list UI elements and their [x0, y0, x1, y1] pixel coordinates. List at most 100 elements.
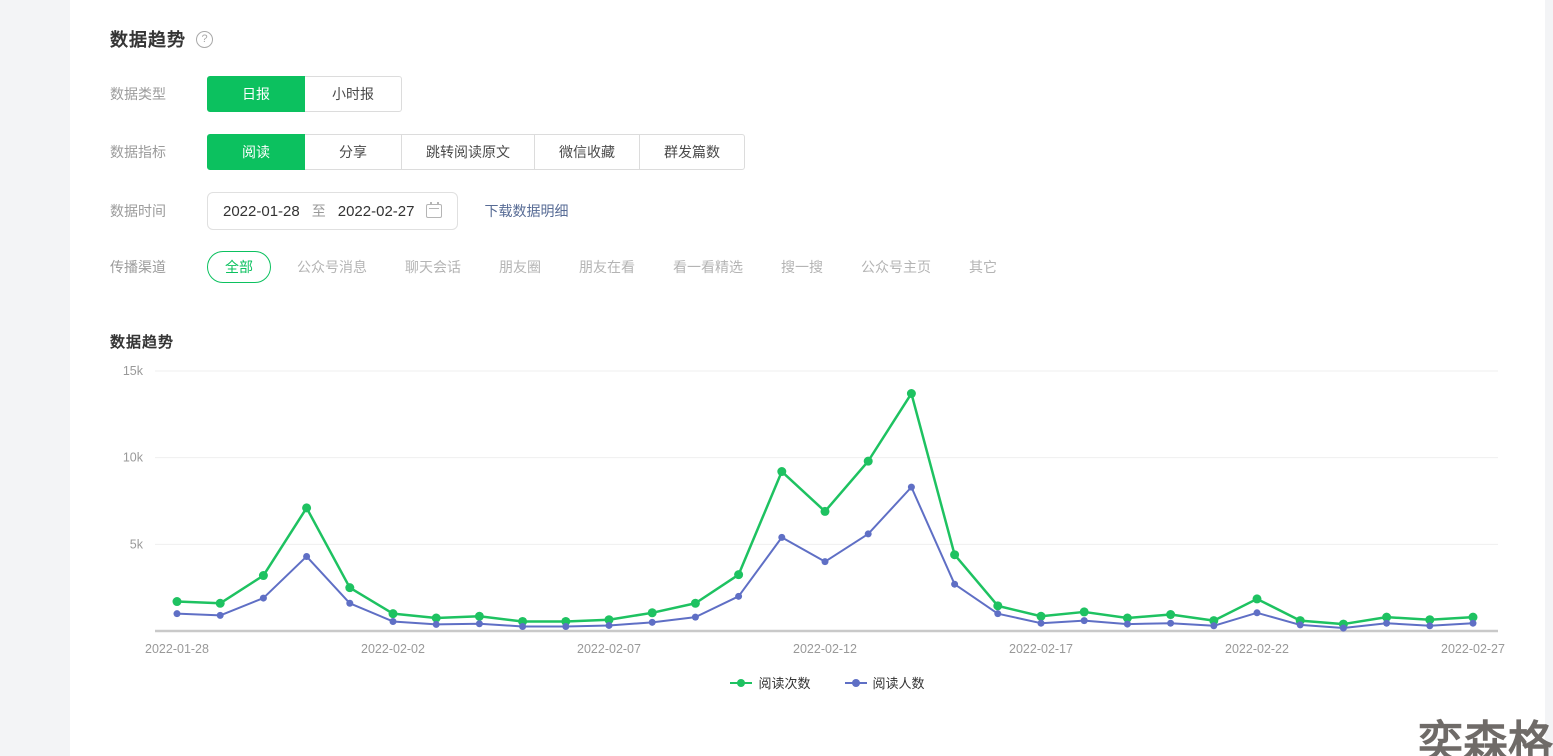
y-tick-10k: 10k	[123, 451, 144, 465]
data-point[interactable]	[864, 530, 872, 538]
channel-公众号消息[interactable]: 公众号消息	[297, 257, 367, 277]
x-tick-2022-02-17: 2022-02-17	[1009, 642, 1073, 656]
data-point[interactable]	[172, 597, 182, 607]
channel-其它[interactable]: 其它	[969, 257, 997, 277]
data-point[interactable]	[993, 601, 1003, 611]
data-point[interactable]	[777, 467, 787, 477]
data-point[interactable]	[562, 622, 570, 630]
chart-legend: 阅读次数 阅读人数	[110, 673, 1545, 692]
legend-item-阅读人数[interactable]: 阅读人数	[844, 673, 925, 692]
data-point[interactable]	[605, 621, 613, 629]
data-point[interactable]	[735, 592, 743, 600]
trend-chart-svg[interactable]: 5k 10k 15k 2022-01-28 2022-02-02 2022-02-07 20…	[85, 365, 1545, 665]
data-type-row: 数据类型 日报 小时报	[110, 76, 1545, 112]
data-point[interactable]	[821, 558, 829, 566]
date-range-picker[interactable]: 2022-01-28 至 2022-02-27	[207, 192, 459, 230]
option-阅读[interactable]: 阅读	[207, 134, 305, 170]
trend-chart[interactable]: 5k 10k 15k 2022-01-28 2022-02-02 2022-02-07 20…	[85, 365, 1545, 665]
legend-item-阅读次数[interactable]: 阅读次数	[730, 673, 811, 692]
data-point[interactable]	[1296, 621, 1304, 629]
data-point[interactable]	[1036, 611, 1046, 621]
option-日报[interactable]: 日报	[207, 76, 305, 112]
option-小时报[interactable]: 小时报	[304, 76, 402, 112]
data-point[interactable]	[1252, 594, 1262, 604]
data-point[interactable]	[1469, 619, 1477, 627]
channel-list: 全部 公众号消息 聊天会话 朋友圈 朋友在看 看一看精选 搜一搜 公众号主页 其它	[207, 251, 1035, 283]
date-end: 2022-02-27	[337, 202, 415, 220]
channel-朋友在看[interactable]: 朋友在看	[579, 257, 635, 277]
x-tick-2022-02-07: 2022-02-07	[577, 642, 641, 656]
data-point[interactable]	[647, 608, 657, 618]
data-point[interactable]	[346, 599, 354, 607]
data-point[interactable]	[1426, 622, 1434, 630]
channel-公众号主页[interactable]: 公众号主页	[861, 257, 931, 277]
data-point[interactable]	[1079, 607, 1089, 617]
option-跳转阅读原文[interactable]: 跳转阅读原文	[401, 134, 535, 170]
data-point[interactable]	[389, 617, 397, 625]
data-point[interactable]	[432, 620, 440, 628]
date-start: 2022-01-28	[223, 202, 300, 220]
x-tick-2022-02-02: 2022-02-02	[361, 642, 425, 656]
data-point[interactable]	[1339, 624, 1347, 632]
x-tick-2022-02-22: 2022-02-22	[1225, 642, 1289, 656]
channel-全部[interactable]: 全部	[207, 251, 271, 283]
data-point[interactable]	[173, 610, 181, 618]
option-群发篇数[interactable]: 群发篇数	[639, 134, 745, 170]
channel-看一看精选[interactable]: 看一看精选	[673, 257, 743, 277]
data-point[interactable]	[302, 503, 312, 513]
legend-marker-icon	[730, 678, 753, 688]
channel-朋友圈[interactable]: 朋友圈	[499, 257, 541, 277]
data-point[interactable]	[258, 571, 268, 581]
data-point[interactable]	[475, 620, 483, 628]
data-point[interactable]	[1123, 620, 1131, 628]
data-point[interactable]	[216, 611, 224, 619]
data-point[interactable]	[820, 506, 830, 516]
data-point[interactable]	[734, 570, 744, 580]
download-data-link[interactable]: 下载数据明细	[484, 201, 568, 221]
data-point[interactable]	[303, 552, 311, 560]
y-tick-15k: 15k	[123, 365, 144, 378]
data-point[interactable]	[691, 613, 699, 621]
data-point[interactable]	[388, 609, 398, 619]
data-point[interactable]	[1383, 619, 1391, 627]
data-point[interactable]	[519, 622, 527, 630]
option-微信收藏[interactable]: 微信收藏	[534, 134, 640, 170]
channel-搜一搜[interactable]: 搜一搜	[781, 257, 823, 277]
data-point[interactable]	[215, 598, 225, 608]
data-point[interactable]	[907, 483, 915, 491]
data-metric-row: 数据指标 阅读 分享 跳转阅读原文 微信收藏 群发篇数	[110, 134, 1545, 170]
page-title: 数据趋势	[110, 30, 186, 50]
x-tick-2022-01-28: 2022-01-28	[145, 642, 209, 656]
data-point[interactable]	[950, 550, 960, 560]
data-type-label: 数据类型	[110, 86, 166, 102]
data-metric-group: 阅读 分享 跳转阅读原文 微信收藏 群发篇数	[207, 134, 745, 170]
date-separator: 至	[311, 203, 326, 219]
data-point[interactable]	[994, 610, 1002, 618]
data-point[interactable]	[690, 598, 700, 608]
content-panel: 数据趋势 ? 数据类型 日报 小时报 数据指标 阅读 分享 跳转阅读原文 微信收藏 群发篇…	[70, 0, 1545, 756]
data-point[interactable]	[863, 456, 873, 466]
page-header: 数据趋势 ?	[110, 0, 1545, 52]
chart-section-title: 数据趋势	[110, 334, 175, 351]
data-metric-label: 数据指标	[110, 144, 166, 160]
data-point[interactable]	[648, 618, 656, 626]
data-point[interactable]	[259, 594, 267, 602]
data-point[interactable]	[1210, 622, 1218, 630]
question-circle-icon[interactable]: ?	[196, 30, 213, 48]
data-point[interactable]	[778, 533, 786, 541]
data-type-group: 日报 小时报	[207, 76, 402, 112]
data-point[interactable]	[345, 583, 355, 593]
data-point[interactable]	[1167, 619, 1175, 627]
data-point[interactable]	[1080, 617, 1088, 625]
option-分享[interactable]: 分享	[304, 134, 402, 170]
data-point[interactable]	[1037, 619, 1045, 627]
data-point[interactable]	[474, 611, 484, 621]
data-point[interactable]	[951, 580, 959, 588]
channel-聊天会话[interactable]: 聊天会话	[405, 257, 461, 277]
x-tick-2022-02-27: 2022-02-27	[1441, 642, 1505, 656]
legend-marker-icon	[844, 678, 867, 688]
data-point[interactable]	[1166, 610, 1176, 620]
legend-label: 阅读次数	[758, 676, 811, 691]
data-point[interactable]	[906, 389, 916, 399]
data-point[interactable]	[1253, 609, 1261, 617]
